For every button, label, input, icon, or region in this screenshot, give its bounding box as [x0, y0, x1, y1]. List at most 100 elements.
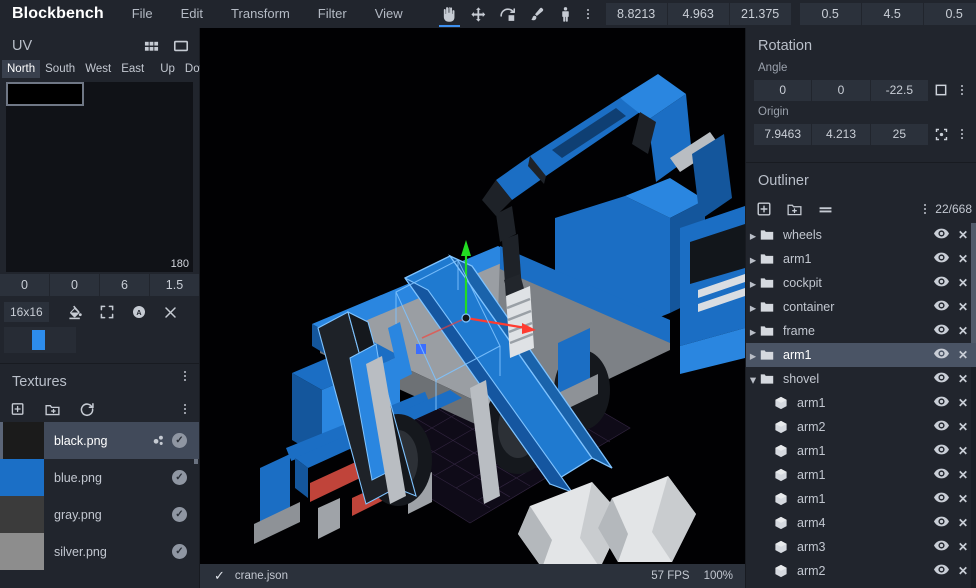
uv-x2-input[interactable]: 6 [100, 274, 150, 296]
outliner-cube-item[interactable]: arm1 ✕ [746, 487, 976, 511]
add-group-icon[interactable] [786, 201, 803, 218]
export-toggle-icon[interactable]: ✕ [958, 229, 968, 241]
rotate-tool-button[interactable] [493, 0, 522, 28]
menu-edit[interactable]: Edit [167, 0, 217, 28]
texture-visible-icon[interactable]: ✓ [172, 433, 187, 448]
eye-icon[interactable] [934, 276, 949, 290]
center-pivot-icon[interactable] [928, 127, 954, 142]
origin-x-input[interactable]: 7.9463 [754, 124, 812, 145]
uv-resize-icon[interactable] [99, 304, 115, 320]
export-toggle-icon[interactable]: ✕ [958, 517, 968, 529]
texture-visible-icon[interactable]: ✓ [172, 470, 187, 485]
reload-textures-icon[interactable] [79, 401, 95, 417]
uv-grid-view-icon[interactable] [144, 39, 159, 54]
export-toggle-icon[interactable]: ✕ [958, 493, 968, 505]
outliner-item-frame[interactable]: ▸ frame ✕ [746, 319, 976, 343]
uv-single-view-icon[interactable] [173, 38, 189, 54]
outliner-cube-item[interactable]: arm2 ✕ [746, 559, 976, 583]
texture-item[interactable]: black.png ✓ [0, 422, 199, 459]
uv-auto-icon[interactable]: A [131, 304, 147, 320]
uv-face-up[interactable]: Up [155, 60, 180, 78]
3d-viewport[interactable]: ✓ crane.json 57 FPS 100% [200, 28, 745, 588]
outliner-cube-item[interactable]: arm1 ✕ [746, 391, 976, 415]
eye-icon[interactable] [934, 324, 949, 338]
outliner-item-shovel[interactable]: ▾ shovel ✕ [746, 367, 976, 391]
outliner-item-cockpit[interactable]: ▸ cockpit ✕ [746, 271, 976, 295]
chevron-right-icon[interactable]: ▸ [746, 300, 760, 315]
add-cube-icon[interactable] [756, 201, 772, 217]
rotation-space-icon[interactable] [928, 83, 954, 97]
eye-icon[interactable] [934, 540, 949, 554]
eye-icon[interactable] [934, 468, 949, 482]
menu-view[interactable]: View [361, 0, 417, 28]
angle-y-input[interactable]: 0 [812, 80, 870, 101]
menu-file[interactable]: File [118, 0, 167, 28]
origin-z-input[interactable]: 25 [871, 124, 928, 145]
outliner-item-wheels[interactable]: ▸ wheels ✕ [746, 223, 976, 247]
texture-item[interactable]: silver.png ✓ [0, 533, 199, 570]
export-toggle-icon[interactable]: ✕ [958, 349, 968, 361]
export-toggle-icon[interactable]: ✕ [958, 325, 968, 337]
position-x-input[interactable]: 8.8213 [606, 3, 668, 25]
eye-icon[interactable] [934, 420, 949, 434]
eye-icon[interactable] [934, 396, 949, 410]
eye-icon[interactable] [934, 444, 949, 458]
angle-z-input[interactable]: -22.5 [871, 80, 928, 101]
size-y-input[interactable]: 4.5 [862, 3, 924, 25]
menu-filter[interactable]: Filter [304, 0, 361, 28]
export-toggle-icon[interactable]: ✕ [958, 541, 968, 553]
move-tool-button[interactable] [464, 0, 493, 28]
uv-overflow-button[interactable] [177, 362, 193, 390]
textures-overflow-button[interactable] [177, 395, 193, 423]
origin-y-input[interactable]: 4.213 [812, 124, 870, 145]
export-toggle-icon[interactable]: ✕ [958, 397, 968, 409]
menu-transform[interactable]: Transform [217, 0, 304, 28]
export-toggle-icon[interactable]: ✕ [958, 373, 968, 385]
chevron-right-icon[interactable]: ▸ [746, 324, 760, 339]
outliner-cube-item[interactable]: arm4 ✕ [746, 511, 976, 535]
export-toggle-icon[interactable]: ✕ [958, 445, 968, 457]
eye-icon[interactable] [934, 372, 949, 386]
outliner-cube-item[interactable]: arm3 ✕ [746, 535, 976, 559]
uv-face-selection-box[interactable] [6, 82, 84, 106]
uv-y1-input[interactable]: 0 [50, 274, 100, 296]
position-z-input[interactable]: 21.375 [730, 3, 792, 25]
size-z-input[interactable]: 0.5 [924, 3, 976, 25]
angle-x-input[interactable]: 0 [754, 80, 812, 101]
outliner-item-arm1-selected[interactable]: ▸ arm1 ✕ [746, 343, 976, 367]
export-toggle-icon[interactable]: ✕ [958, 253, 968, 265]
eye-icon[interactable] [934, 348, 949, 362]
uv-pixel-slider[interactable] [4, 327, 76, 353]
outliner-item-container[interactable]: ▸ container ✕ [746, 295, 976, 319]
export-toggle-icon[interactable]: ✕ [958, 277, 968, 289]
add-texture-icon[interactable] [10, 401, 26, 417]
origin-overflow-button[interactable] [954, 120, 970, 148]
uv-face-east[interactable]: East [116, 60, 149, 78]
uv-fill-icon[interactable] [67, 304, 83, 320]
outliner-cube-item[interactable]: arm1 ✕ [746, 463, 976, 487]
outliner-overflow-button[interactable] [917, 195, 933, 223]
uv-clear-icon[interactable] [163, 305, 178, 320]
chevron-right-icon[interactable]: ▸ [746, 348, 760, 363]
eye-icon[interactable] [934, 252, 949, 266]
chevron-right-icon[interactable]: ▸ [746, 252, 760, 267]
uv-face-north[interactable]: North [2, 60, 40, 78]
export-toggle-icon[interactable]: ✕ [958, 565, 968, 577]
export-toggle-icon[interactable]: ✕ [958, 469, 968, 481]
chevron-down-icon[interactable]: ▾ [746, 372, 760, 387]
uv-y2-input[interactable]: 1.5 [150, 274, 199, 296]
outliner-cube-item[interactable]: arm2 ✕ [746, 415, 976, 439]
pan-tool-button[interactable] [435, 0, 464, 28]
chevron-right-icon[interactable]: ▸ [746, 228, 760, 243]
texture-visible-icon[interactable]: ✓ [172, 507, 187, 522]
texture-item[interactable]: gray.png ✓ [0, 496, 199, 533]
brush-tool-button[interactable] [522, 0, 551, 28]
collapse-icon[interactable] [817, 201, 834, 218]
outliner-cube-item[interactable]: arm1 ✕ [746, 439, 976, 463]
position-y-input[interactable]: 4.963 [668, 3, 730, 25]
particle-icon[interactable] [152, 434, 165, 447]
eye-icon[interactable] [934, 228, 949, 242]
uv-face-south[interactable]: South [40, 60, 80, 78]
texture-item[interactable]: blue.png ✓ [0, 459, 199, 496]
uv-texture-size-label[interactable]: 16x16 [4, 302, 49, 322]
